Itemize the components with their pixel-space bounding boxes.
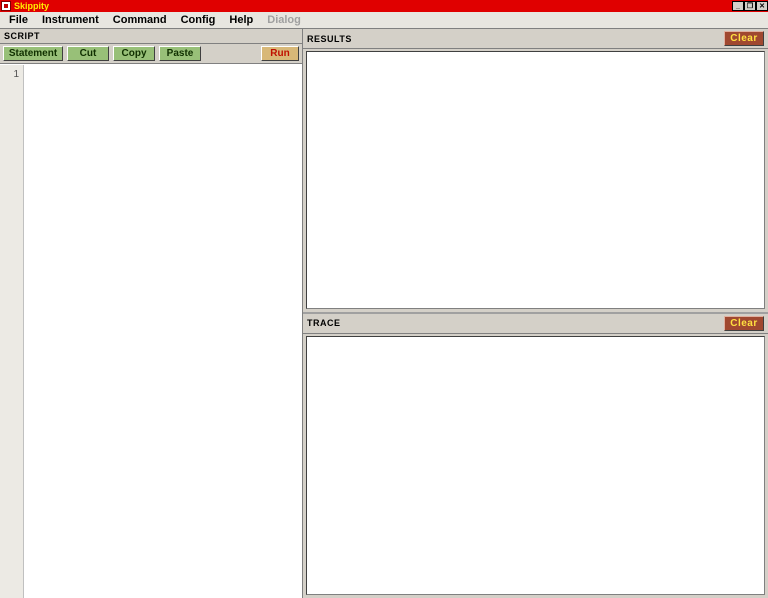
script-header: SCRIPT (0, 29, 302, 44)
results-pane: RESULTS Clear (303, 29, 768, 314)
workspace: SCRIPT Statement Cut Copy Paste Run 1 RE… (0, 29, 768, 598)
results-output[interactable] (306, 51, 765, 309)
script-toolbar: Statement Cut Copy Paste Run (0, 44, 302, 64)
menu-help[interactable]: Help (222, 13, 260, 27)
results-header: RESULTS Clear (303, 29, 768, 49)
script-title: SCRIPT (4, 31, 40, 41)
copy-button[interactable]: Copy (113, 46, 155, 61)
maximize-button[interactable]: ❐ (744, 1, 756, 11)
script-editor: 1 (0, 64, 302, 598)
title-bar: Skippity _ ❐ ✕ (0, 0, 768, 12)
window-controls: _ ❐ ✕ (732, 1, 768, 11)
menu-dialog: Dialog (260, 13, 308, 27)
trace-pane: TRACE Clear (303, 314, 768, 598)
script-pane: SCRIPT Statement Cut Copy Paste Run 1 (0, 29, 303, 598)
trace-output[interactable] (306, 336, 765, 596)
trace-title: TRACE (307, 318, 341, 328)
menu-instrument[interactable]: Instrument (35, 13, 106, 27)
trace-header: TRACE Clear (303, 314, 768, 334)
line-gutter: 1 (0, 65, 24, 598)
run-button[interactable]: Run (261, 46, 299, 61)
menu-file[interactable]: File (2, 13, 35, 27)
close-button[interactable]: ✕ (756, 1, 768, 11)
menu-bar: File Instrument Command Config Help Dial… (0, 12, 768, 29)
app-icon (1, 1, 11, 11)
paste-button[interactable]: Paste (159, 46, 201, 61)
menu-command[interactable]: Command (106, 13, 174, 27)
right-pane: RESULTS Clear TRACE Clear (303, 29, 768, 598)
menu-config[interactable]: Config (174, 13, 223, 27)
minimize-button[interactable]: _ (732, 1, 744, 11)
cut-button[interactable]: Cut (67, 46, 109, 61)
statement-button[interactable]: Statement (3, 46, 63, 61)
line-number-1: 1 (0, 69, 19, 80)
results-clear-button[interactable]: Clear (724, 31, 764, 46)
results-title: RESULTS (307, 34, 352, 44)
app-title: Skippity (14, 1, 49, 11)
trace-clear-button[interactable]: Clear (724, 316, 764, 331)
script-text-input[interactable] (24, 65, 302, 598)
